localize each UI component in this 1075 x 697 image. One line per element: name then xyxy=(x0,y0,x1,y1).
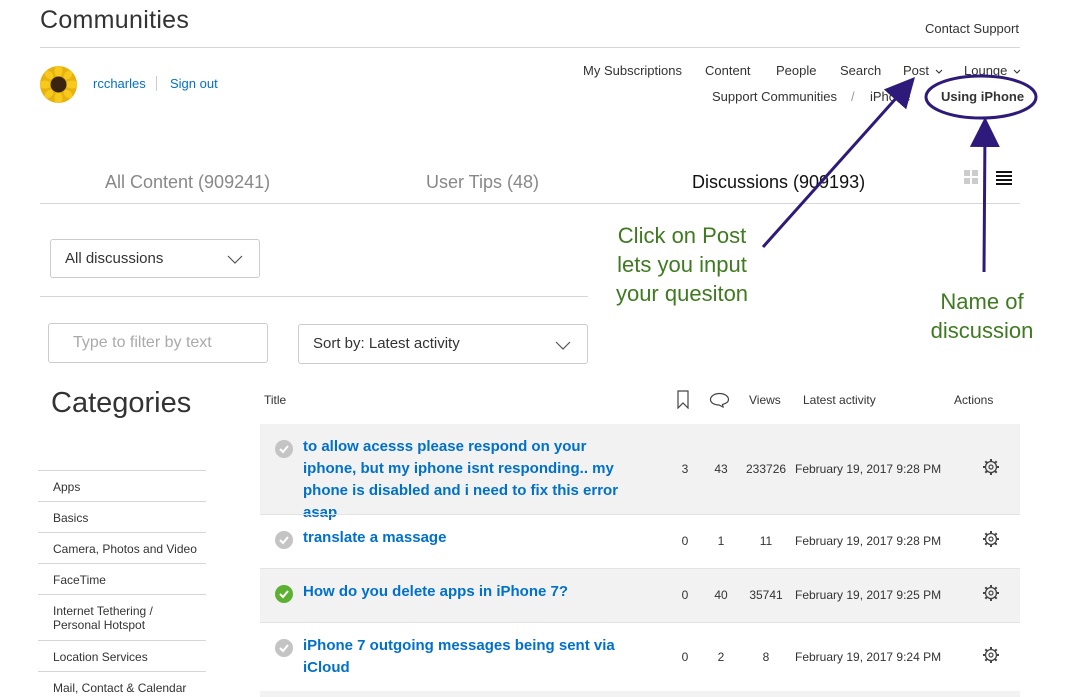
categories-title: Categories xyxy=(51,387,192,419)
gear-icon[interactable] xyxy=(982,646,1000,664)
unanswered-check-icon xyxy=(275,440,293,458)
column-latest-activity[interactable]: Latest activity xyxy=(803,393,876,407)
tab-user-tips[interactable]: User Tips (48) xyxy=(426,172,539,193)
view-count: 35741 xyxy=(749,588,783,602)
discussion-title-link[interactable]: How do you delete apps in iPhone 7? xyxy=(303,581,643,603)
unanswered-check-icon xyxy=(275,531,293,549)
sunflower-avatar-icon xyxy=(40,66,77,103)
latest-activity-date: February 19, 2017 9:25 PM xyxy=(795,588,942,602)
category-internet-tethering[interactable]: Internet Tethering / Personal Hotspot xyxy=(38,594,206,640)
sort-select-value: Sort by: Latest activity xyxy=(313,335,460,352)
table-row[interactable]: to allow acesss please respond on your i… xyxy=(260,424,1020,521)
discussion-title-link[interactable]: iPhone 7 outgoing messages being sent vi… xyxy=(303,635,643,679)
tab-discussions[interactable]: Discussions (909193) xyxy=(692,172,865,193)
next-row-edge xyxy=(260,691,1020,697)
table-row[interactable]: translate a massage 0 1 11 February 19, … xyxy=(260,515,1020,568)
category-facetime[interactable]: FaceTime xyxy=(38,563,206,594)
chevron-down-icon xyxy=(555,341,571,350)
discussions-filter-select[interactable]: All discussions xyxy=(50,239,260,278)
unanswered-check-icon xyxy=(275,639,293,657)
filter-text-input[interactable] xyxy=(48,323,268,363)
header-divider xyxy=(40,47,1020,48)
discussion-annotation-text: Name of discussion xyxy=(930,289,1034,343)
answered-check-icon xyxy=(275,585,293,603)
tabs-divider xyxy=(40,203,1020,204)
username-link[interactable]: rccharles xyxy=(93,76,146,91)
chevron-down-icon xyxy=(227,255,243,264)
discussions-filter-value: All discussions xyxy=(65,250,164,267)
avatar[interactable] xyxy=(40,66,77,103)
gear-icon[interactable] xyxy=(982,584,1000,602)
table-row[interactable]: iPhone 7 outgoing messages being sent vi… xyxy=(260,623,1020,691)
post-annotation-arrow xyxy=(761,77,915,248)
breadcrumb-support-communities[interactable]: Support Communities xyxy=(712,89,837,104)
comment-icon[interactable] xyxy=(709,392,730,408)
filter-divider xyxy=(40,296,588,297)
category-apps[interactable]: Apps xyxy=(38,470,206,501)
nav-people[interactable]: People xyxy=(776,63,816,78)
bookmark-count: 0 xyxy=(681,534,689,548)
category-mail-contact-calendar[interactable]: Mail, Contact & Calendar xyxy=(38,671,206,697)
chevron-down-icon xyxy=(1013,69,1021,74)
nav-search[interactable]: Search xyxy=(840,63,881,78)
nav-lounge-label: Lounge xyxy=(964,63,1008,78)
reply-count: 40 xyxy=(714,588,728,602)
nav-post[interactable]: Post xyxy=(903,63,943,78)
category-camera-photos-video[interactable]: Camera, Photos and Video xyxy=(38,532,206,563)
view-count: 233726 xyxy=(746,462,787,476)
breadcrumb-separator: / xyxy=(851,89,855,104)
gear-icon[interactable] xyxy=(982,530,1000,548)
grid-view-icon[interactable] xyxy=(964,170,979,190)
site-title[interactable]: Communities xyxy=(40,6,189,35)
sort-select[interactable]: Sort by: Latest activity xyxy=(298,324,588,364)
breadcrumb-iphone[interactable]: iPhone xyxy=(870,89,910,104)
reply-count: 1 xyxy=(717,534,725,548)
nav-post-label: Post xyxy=(903,63,930,78)
bookmark-icon[interactable] xyxy=(677,390,689,409)
nav-lounge[interactable]: Lounge xyxy=(964,63,1021,78)
bookmark-count: 3 xyxy=(681,462,689,476)
column-title[interactable]: Title xyxy=(264,393,286,407)
chevron-down-icon xyxy=(935,69,943,74)
latest-activity-date: February 19, 2017 9:24 PM xyxy=(795,650,942,664)
tab-all-content[interactable]: All Content (909241) xyxy=(105,172,270,193)
column-views[interactable]: Views xyxy=(749,393,781,407)
sign-out-link[interactable]: Sign out xyxy=(170,76,218,91)
view-count: 11 xyxy=(759,534,773,548)
nav-my-subscriptions[interactable]: My Subscriptions xyxy=(583,63,682,78)
reply-count: 2 xyxy=(717,650,725,664)
bookmark-count: 0 xyxy=(681,588,689,602)
discussion-title-link[interactable]: to allow acesss please respond on your i… xyxy=(303,436,643,524)
category-basics[interactable]: Basics xyxy=(38,501,206,532)
category-location-services[interactable]: Location Services xyxy=(38,640,206,671)
user-divider xyxy=(156,76,157,91)
bookmark-count: 0 xyxy=(681,650,689,664)
view-count: 8 xyxy=(762,650,770,664)
reply-count: 43 xyxy=(714,462,728,476)
latest-activity-date: February 19, 2017 9:28 PM xyxy=(795,462,942,476)
latest-activity-date: February 19, 2017 9:28 PM xyxy=(795,534,942,548)
table-row[interactable]: How do you delete apps in iPhone 7? 0 40… xyxy=(260,569,1020,622)
discussion-annotation-arrow xyxy=(969,117,1000,273)
contact-support-link[interactable]: Contact Support xyxy=(925,21,1019,36)
discussion-title-link[interactable]: translate a massage xyxy=(303,527,643,549)
list-view-icon[interactable] xyxy=(996,171,1012,190)
nav-content[interactable]: Content xyxy=(705,63,751,78)
breadcrumb-current: Using iPhone xyxy=(941,89,1025,104)
column-actions: Actions xyxy=(954,393,994,407)
post-annotation-text: Click on Post lets you input your quesit… xyxy=(615,223,749,306)
gear-icon[interactable] xyxy=(982,458,1000,476)
